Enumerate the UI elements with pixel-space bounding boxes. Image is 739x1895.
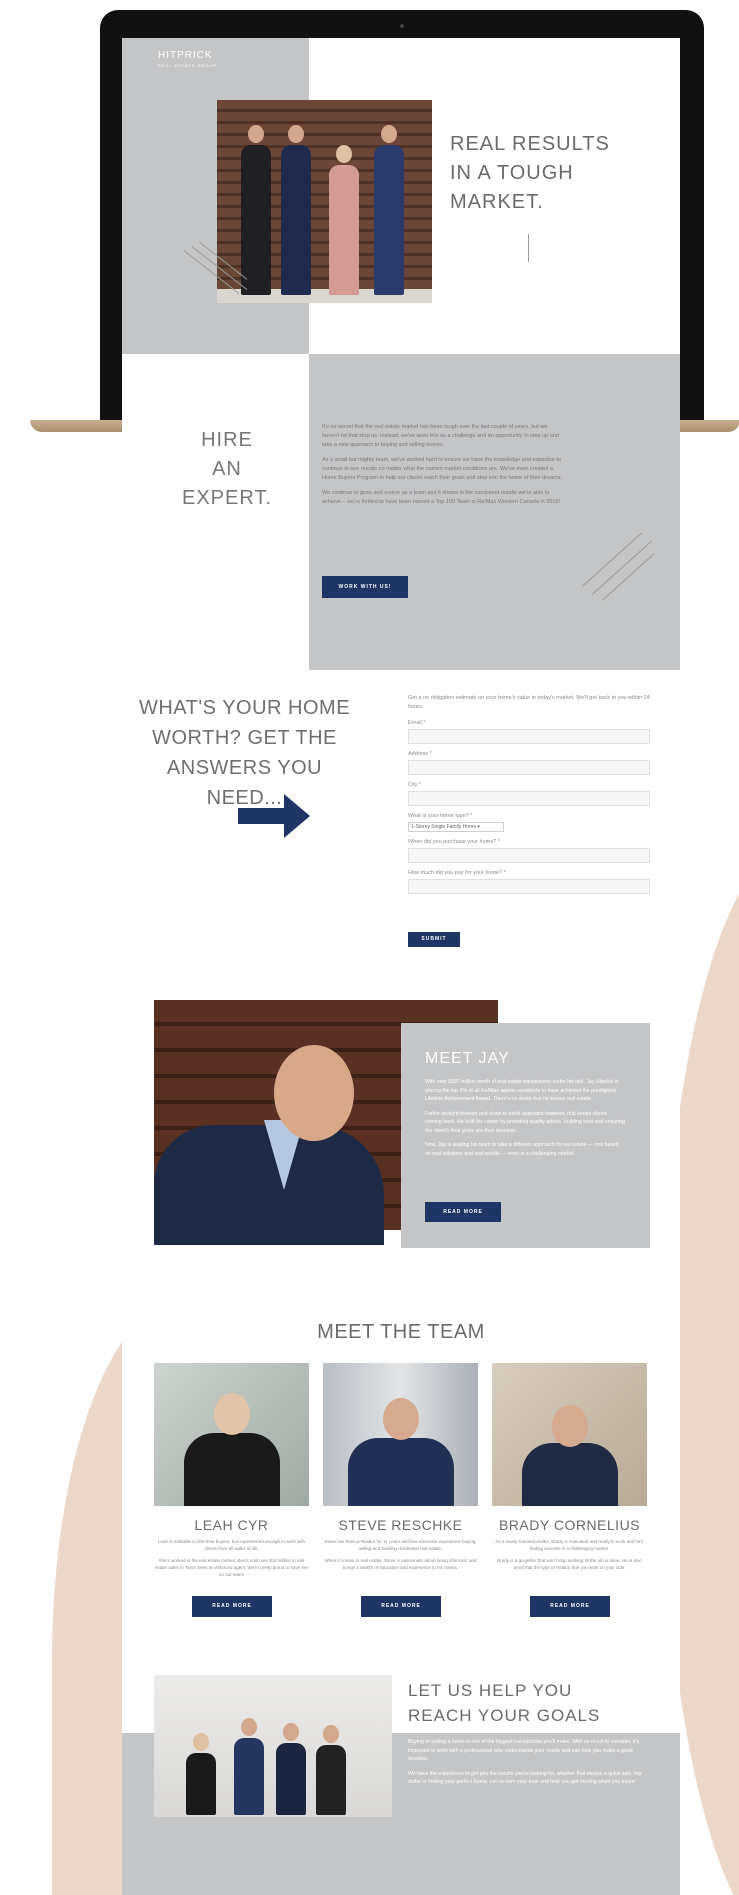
jay-read-more-button[interactable]: READ MORE bbox=[425, 1202, 501, 1222]
person-figure bbox=[314, 1725, 348, 1815]
member-head bbox=[552, 1405, 588, 1447]
city-field[interactable] bbox=[408, 791, 650, 806]
person-figure bbox=[232, 1718, 266, 1815]
hire-paragraph: We continue to grow and evolve as a team… bbox=[322, 490, 561, 505]
member-head bbox=[214, 1393, 250, 1435]
purchase-date-field[interactable] bbox=[408, 848, 650, 863]
website-page[interactable]: HITPRICK REAL ESTATE GROUP REAL RESULTS … bbox=[122, 38, 680, 1895]
jay-paragraph: Now, Jay is leading his team to take a d… bbox=[425, 1142, 619, 1157]
work-with-us-button[interactable]: WORK WITH US! bbox=[322, 576, 408, 598]
person-figure bbox=[274, 1723, 308, 1815]
hero-title: REAL RESULTS IN A TOUGH MARKET. bbox=[450, 133, 610, 213]
portrait-head bbox=[274, 1045, 354, 1141]
person-figure bbox=[239, 125, 273, 295]
city-label: City * bbox=[408, 782, 422, 788]
member-bio-paragraph: Steve has been a Realtor for 11 years an… bbox=[324, 1539, 477, 1551]
member-bio: As a newly licensed realtor, Brady is mo… bbox=[492, 1538, 647, 1576]
member-bio-paragraph: When it comes to real estate, Steve is p… bbox=[324, 1558, 477, 1570]
goals-paragraph: Buying or selling a home is one of the b… bbox=[408, 1739, 640, 1762]
jay-body: With over $187 million worth of real est… bbox=[425, 1078, 625, 1164]
hire-paragraph: It's no secret that the real estate mark… bbox=[322, 424, 559, 448]
home-type-select[interactable]: 1-Storey Single Family Home ▾ bbox=[408, 822, 504, 832]
purchase-price-field[interactable] bbox=[408, 879, 650, 894]
member-head bbox=[383, 1398, 419, 1440]
leah-read-more-button[interactable]: READ MORE bbox=[192, 1596, 272, 1617]
person-figure bbox=[184, 1733, 218, 1815]
email-field[interactable] bbox=[408, 729, 650, 744]
hire-paragraph: As a small but mighty team, we've worked… bbox=[322, 457, 562, 481]
hero-team-photo bbox=[217, 100, 432, 303]
purchase-date-label: When did you purchase your home? * bbox=[408, 839, 501, 845]
goals-team-photo bbox=[154, 1675, 392, 1817]
member-bio: Leah is relatable to first-time buyers, … bbox=[154, 1538, 309, 1583]
jay-paragraph: With over $187 million worth of real est… bbox=[425, 1079, 619, 1102]
member-body bbox=[348, 1438, 454, 1506]
submit-button[interactable]: SUBMIT bbox=[408, 932, 460, 947]
purchase-price-label: How much did you pay for your home? * bbox=[408, 870, 506, 876]
goals-body: Buying or selling a home is one of the b… bbox=[408, 1738, 648, 1793]
member-body bbox=[184, 1433, 280, 1506]
jay-title: MEET JAY bbox=[425, 1050, 510, 1067]
team-title: MEET THE TEAM bbox=[317, 1321, 485, 1343]
member-photo-brady bbox=[492, 1363, 647, 1506]
site-logo[interactable]: HITPRICK bbox=[158, 50, 213, 61]
hire-title: HIRE AN EXPERT. bbox=[182, 429, 272, 509]
laptop-camera bbox=[400, 24, 404, 28]
member-photo-leah bbox=[154, 1363, 309, 1506]
brady-read-more-button[interactable]: READ MORE bbox=[530, 1596, 610, 1617]
goals-title: LET US HELP YOU REACH YOUR GOALS bbox=[408, 1681, 601, 1725]
form-intro: Get a no obligation estimate on your hom… bbox=[408, 695, 650, 710]
jay-paragraph: Forthe straight-forward and down to eart… bbox=[425, 1110, 625, 1134]
person-figure bbox=[327, 145, 361, 295]
home-value-form: Get a no obligation estimate on your hom… bbox=[408, 694, 650, 894]
member-photo-steve bbox=[323, 1363, 478, 1506]
mockup-stage: HITPRICK REAL ESTATE GROUP REAL RESULTS … bbox=[0, 0, 739, 1895]
member-name: LEAH CYR bbox=[194, 1517, 269, 1533]
address-field[interactable] bbox=[408, 760, 650, 775]
person-figure bbox=[279, 125, 313, 295]
arrow-right-icon bbox=[238, 794, 310, 838]
address-label: Address * bbox=[408, 751, 432, 757]
member-body bbox=[522, 1443, 618, 1506]
hire-body: It's no secret that the real estate mark… bbox=[322, 423, 562, 513]
member-bio-paragraph: She's worked in the real estate market, … bbox=[154, 1558, 309, 1577]
site-logo-subtitle: REAL ESTATE GROUP bbox=[158, 63, 218, 68]
email-label: Email * bbox=[408, 720, 426, 726]
member-bio: Steve has been a Realtor for 11 years an… bbox=[323, 1538, 478, 1576]
steve-read-more-button[interactable]: READ MORE bbox=[361, 1596, 441, 1617]
member-name: BRADY CORNELIUS bbox=[498, 1517, 641, 1533]
person-figure bbox=[372, 125, 406, 295]
goals-paragraph: We have the experience to get you the re… bbox=[408, 1770, 642, 1786]
member-bio-paragraph: Leah is relatable to first-time buyers, … bbox=[157, 1539, 306, 1551]
member-bio-paragraph: As a newly licensed realtor, Brady is mo… bbox=[495, 1539, 644, 1551]
portrait-suit bbox=[154, 1125, 384, 1245]
member-bio-paragraph: Brady is a go-getter that won't stop wor… bbox=[497, 1558, 642, 1570]
home-type-label: What is your home type? * bbox=[408, 813, 473, 819]
member-name: STEVE RESCHKE bbox=[338, 1517, 463, 1533]
hero-divider bbox=[528, 234, 529, 262]
